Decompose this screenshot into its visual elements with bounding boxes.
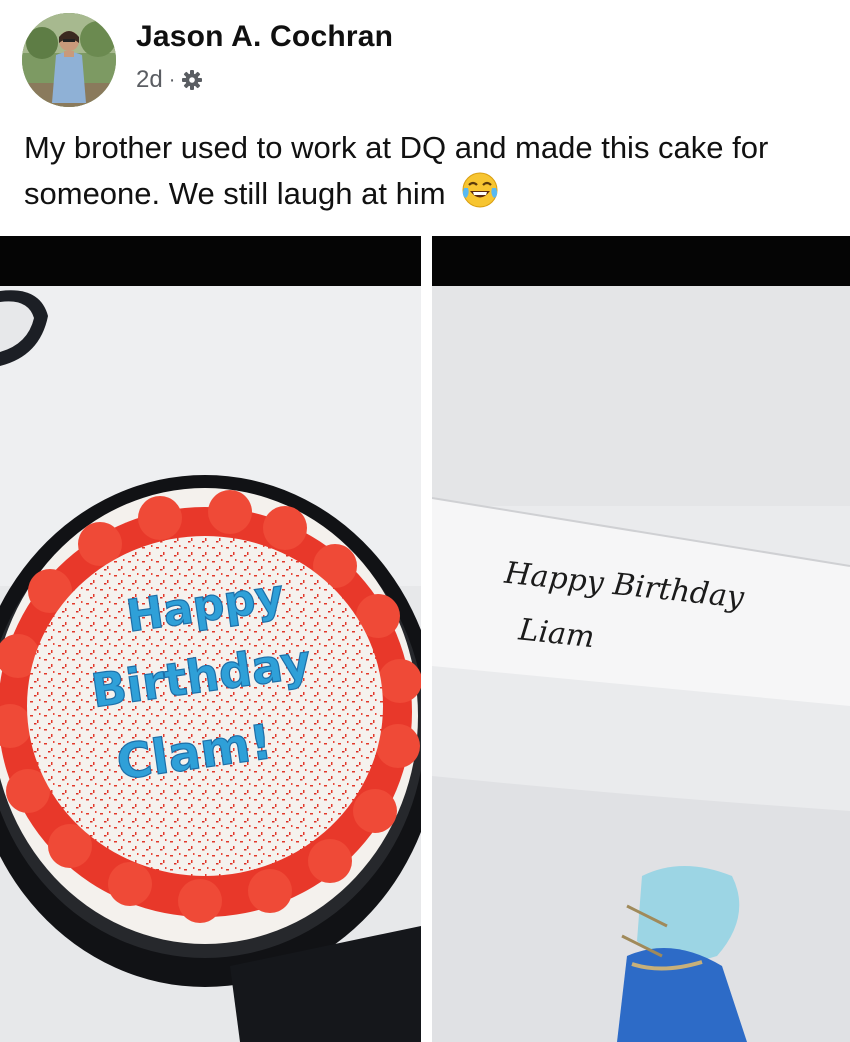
note-photo[interactable]: Happy Birthday Liam	[432, 236, 850, 1042]
post-body: My brother used to work at DQ and made t…	[24, 130, 769, 212]
avatar-photo	[22, 13, 116, 107]
avatar[interactable]	[22, 13, 116, 107]
cake-photo[interactable]: Happy Birthday Clam!	[0, 236, 421, 1042]
author-name[interactable]: Jason A. Cochran	[136, 20, 393, 54]
tears-of-joy-emoji	[460, 170, 500, 222]
meta-separator: ·	[168, 68, 176, 91]
photo-divider	[421, 236, 432, 1042]
post-time[interactable]: 2d	[136, 66, 163, 94]
post-text: My brother used to work at DQ and made t…	[24, 126, 834, 222]
gear-icon[interactable]	[181, 69, 203, 91]
post-header: Jason A. Cochran 2d ·	[0, 0, 850, 115]
post-meta: 2d ·	[136, 66, 203, 94]
